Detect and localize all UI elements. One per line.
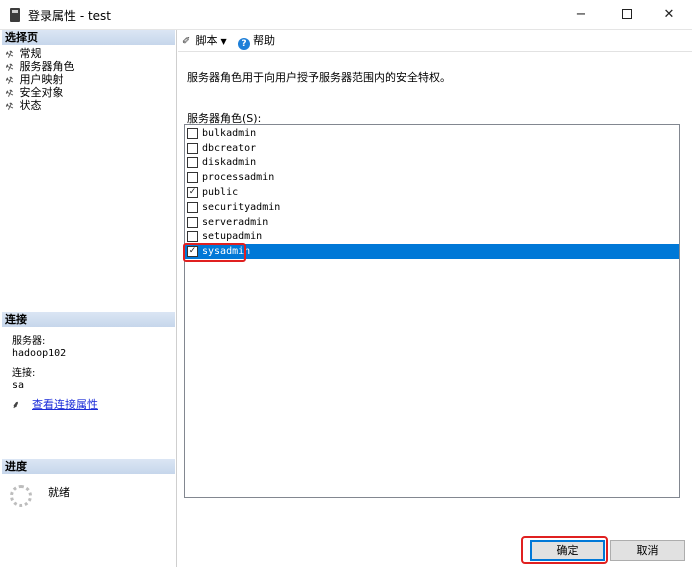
page-item-user-mapping[interactable]: ⚒ 用户映射 <box>4 73 75 87</box>
server-label: 服务器: <box>12 336 46 347</box>
script-icon: ✐ <box>182 36 191 47</box>
cancel-button[interactable]: 取消 <box>610 540 685 561</box>
role-row-public[interactable]: ✓ public <box>185 185 679 200</box>
role-name: serveradmin <box>202 217 269 228</box>
roles-description: 服务器角色用于向用户授予服务器范围内的安全特权。 <box>187 71 451 84</box>
script-button[interactable]: ✐ 脚本 ▼ <box>182 34 227 49</box>
connection-info: 连接: sa <box>12 368 35 392</box>
role-checkbox[interactable] <box>187 202 198 213</box>
progress-header: 进度 <box>2 459 175 474</box>
connection-value: sa <box>12 380 25 391</box>
page-item-server-roles[interactable]: ⚒ 服务器角色 <box>4 60 74 74</box>
close-button[interactable]: ✕ <box>646 0 692 30</box>
role-name: setupadmin <box>202 231 263 242</box>
help-icon: ? <box>238 38 250 50</box>
highlight-box-ok <box>521 536 608 564</box>
role-row-securityadmin[interactable]: securityadmin <box>185 200 679 215</box>
role-checkbox[interactable] <box>187 143 198 154</box>
role-row-processadmin[interactable]: processadmin <box>185 170 679 185</box>
page-item-securables[interactable]: ⚒ 安全对象 <box>4 86 75 100</box>
server-value: hadoop102 <box>12 348 67 359</box>
select-page-header: 选择页 <box>2 30 175 45</box>
role-name: processadmin <box>202 172 275 183</box>
connection-header: 连接 <box>2 312 175 327</box>
page-list: ⚒ 常规 ⚒ 服务器角色 ⚒ 用户映射 ⚒ 安全对象 ⚒ 状态 <box>4 47 75 113</box>
connection-properties-icon: ⸙ <box>12 400 20 411</box>
maximize-button[interactable] <box>604 0 650 30</box>
role-row-sysadmin[interactable]: ✓ sysadmin <box>185 244 679 259</box>
server-info: 服务器: hadoop102 <box>12 336 66 360</box>
chevron-down-icon: ▼ <box>220 37 227 46</box>
role-row-serveradmin[interactable]: serveradmin <box>185 215 679 230</box>
view-connection-row: ⸙ 查看连接属性 <box>12 398 98 412</box>
role-name: securityadmin <box>202 202 281 213</box>
toolbar: ✐ 脚本 ▼ ? 帮助 <box>178 30 692 52</box>
role-name: diskadmin <box>202 157 257 168</box>
page-item-general[interactable]: ⚒ 常规 <box>4 47 75 61</box>
title-bar: 登录属性 - test − ✕ <box>0 0 692 30</box>
highlight-box-sysadmin <box>183 243 246 262</box>
role-checkbox[interactable] <box>187 128 198 139</box>
role-checkbox[interactable]: ✓ <box>187 187 198 198</box>
help-button[interactable]: ? 帮助 <box>238 34 275 50</box>
window-title: 登录属性 - test <box>28 9 112 23</box>
role-row-bulkadmin[interactable]: bulkadmin <box>185 126 679 141</box>
role-name: public <box>202 187 239 198</box>
role-name: bulkadmin <box>202 128 257 139</box>
page-item-status[interactable]: ⚒ 状态 <box>4 99 75 113</box>
role-checkbox[interactable] <box>187 217 198 228</box>
role-checkbox[interactable] <box>187 157 198 168</box>
progress-status: 就绪 <box>48 486 70 499</box>
role-checkbox[interactable] <box>187 231 198 242</box>
progress-spinner-icon <box>10 485 32 507</box>
role-row-diskadmin[interactable]: diskadmin <box>185 155 679 170</box>
role-checkbox[interactable] <box>187 172 198 183</box>
server-roles-list[interactable]: bulkadmin dbcreator diskadmin processadm… <box>184 124 680 498</box>
role-row-dbcreator[interactable]: dbcreator <box>185 141 679 156</box>
minimize-button[interactable]: − <box>558 0 604 30</box>
app-icon <box>10 8 20 22</box>
view-connection-properties-link[interactable]: 查看连接属性 <box>32 398 98 411</box>
maximize-icon <box>622 8 632 19</box>
connection-label: 连接: <box>12 368 36 379</box>
role-row-setupadmin[interactable]: setupadmin <box>185 229 679 244</box>
role-name: dbcreator <box>202 143 257 154</box>
